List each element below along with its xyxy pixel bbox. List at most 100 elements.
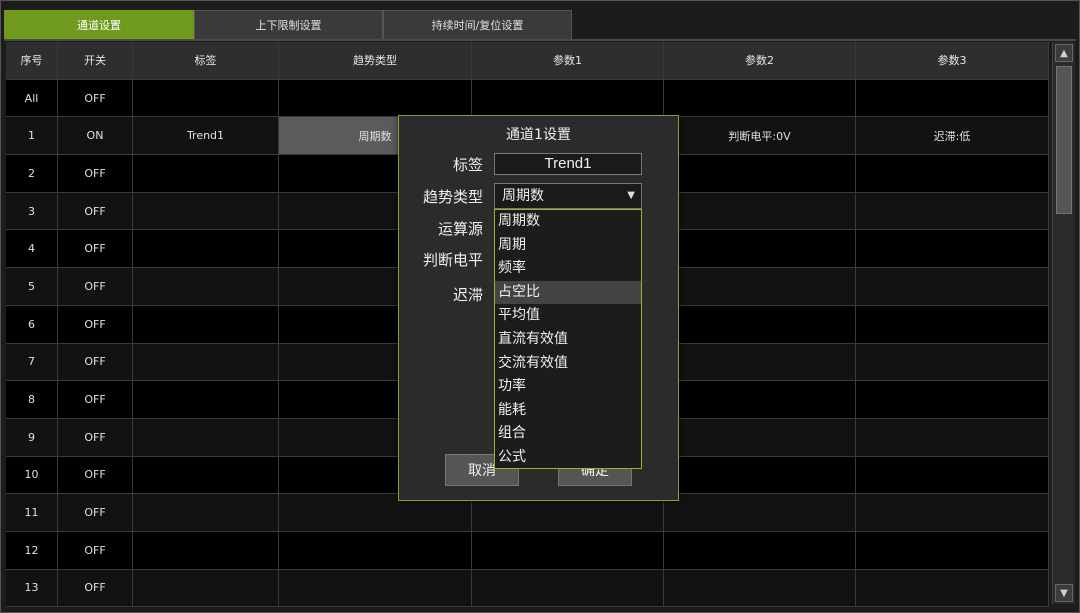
dropdown-option[interactable]: 平均值 — [495, 304, 641, 328]
cell-label[interactable] — [133, 569, 279, 607]
cell-switch[interactable]: OFF — [58, 79, 133, 118]
label-input[interactable]: Trend1 — [494, 153, 642, 175]
cell-label[interactable] — [133, 343, 279, 382]
cell-param3[interactable]: 迟滞:低 — [856, 117, 1049, 156]
cell-param2[interactable] — [664, 494, 856, 532]
cell-trend-type[interactable] — [279, 531, 472, 570]
cell-index[interactable]: 8 — [6, 381, 58, 419]
cell-index[interactable]: 10 — [6, 456, 58, 495]
cell-param2[interactable] — [664, 343, 856, 382]
cell-param3[interactable] — [856, 155, 1049, 193]
cell-index[interactable]: 7 — [6, 343, 58, 382]
cell-switch[interactable]: OFF — [58, 230, 133, 269]
cell-index[interactable]: 9 — [6, 418, 58, 457]
cell-param3[interactable] — [856, 569, 1049, 607]
dropdown-option[interactable]: 功率 — [495, 375, 641, 399]
cell-param2[interactable] — [664, 192, 856, 231]
cell-param2[interactable] — [664, 268, 856, 306]
cell-index[interactable]: 13 — [6, 569, 58, 607]
cell-trend-type[interactable] — [279, 79, 472, 118]
tab-limit-settings[interactable]: 上下限制设置 — [194, 10, 383, 39]
dropdown-option[interactable]: 交流有效值 — [495, 352, 641, 376]
dropdown-option[interactable]: 周期数 — [495, 210, 641, 234]
tab-duration-reset-settings[interactable]: 持续时间/复位设置 — [383, 10, 572, 39]
cell-param3[interactable] — [856, 456, 1049, 495]
cell-index[interactable]: 3 — [6, 192, 58, 231]
cell-param2[interactable] — [664, 79, 856, 118]
cell-param1[interactable] — [472, 569, 664, 607]
cell-label[interactable] — [133, 155, 279, 193]
cell-switch[interactable]: OFF — [58, 456, 133, 495]
cell-param2[interactable] — [664, 230, 856, 269]
cell-index[interactable]: 2 — [6, 155, 58, 193]
chevron-up-icon[interactable]: ▲ — [1055, 44, 1073, 62]
cell-label[interactable] — [133, 381, 279, 419]
table-row[interactable]: All OFF — [6, 79, 1049, 118]
cell-param3[interactable] — [856, 192, 1049, 231]
cell-param3[interactable] — [856, 230, 1049, 269]
dropdown-option[interactable]: 频率 — [495, 257, 641, 281]
cell-param3[interactable] — [856, 418, 1049, 457]
trend-type-select[interactable]: 周期数 ▼ — [494, 183, 642, 209]
cell-switch[interactable]: OFF — [58, 531, 133, 570]
cell-trend-type[interactable] — [279, 569, 472, 607]
dropdown-option[interactable]: 占空比 — [495, 280, 641, 305]
cell-param3[interactable] — [856, 381, 1049, 419]
cell-switch[interactable]: OFF — [58, 418, 133, 457]
dropdown-option[interactable]: 组合 — [495, 422, 641, 446]
dropdown-option[interactable]: 周期 — [495, 234, 641, 258]
cell-label[interactable] — [133, 456, 279, 495]
cell-param2[interactable] — [664, 456, 856, 495]
cell-index[interactable]: 5 — [6, 268, 58, 306]
dropdown-option[interactable]: 能耗 — [495, 399, 641, 423]
cell-label[interactable] — [133, 418, 279, 457]
cell-index[interactable]: 12 — [6, 531, 58, 570]
cell-switch[interactable]: OFF — [58, 381, 133, 419]
cell-param2[interactable] — [664, 305, 856, 344]
cell-label[interactable] — [133, 192, 279, 231]
cell-label[interactable] — [133, 494, 279, 532]
cell-param2[interactable] — [664, 569, 856, 607]
cell-index[interactable]: 1 — [6, 117, 58, 156]
table-row[interactable]: 13 OFF — [6, 569, 1049, 607]
cell-label[interactable] — [133, 268, 279, 306]
cell-switch[interactable]: OFF — [58, 494, 133, 532]
dropdown-option[interactable]: 直流有效值 — [495, 328, 641, 352]
cell-label[interactable] — [133, 79, 279, 118]
cell-index[interactable]: 11 — [6, 494, 58, 532]
cell-index[interactable]: 6 — [6, 305, 58, 344]
tab-channel-settings[interactable]: 通道设置 — [4, 10, 194, 39]
cell-param2[interactable] — [664, 418, 856, 457]
cell-param2[interactable] — [664, 381, 856, 419]
scrollbar-thumb[interactable] — [1056, 66, 1072, 214]
cell-param1[interactable] — [472, 79, 664, 118]
cell-index[interactable]: All — [6, 79, 58, 118]
cell-label[interactable]: Trend1 — [133, 117, 279, 156]
cell-param3[interactable] — [856, 305, 1049, 344]
cell-switch[interactable]: OFF — [58, 569, 133, 607]
dropdown-arrow-icon[interactable]: ▼ — [627, 184, 635, 208]
cell-param3[interactable] — [856, 79, 1049, 118]
cell-param2[interactable] — [664, 531, 856, 570]
dropdown-option[interactable]: 公式 — [495, 446, 641, 470]
chevron-down-icon[interactable]: ▼ — [1055, 584, 1073, 602]
cell-switch[interactable]: OFF — [58, 155, 133, 193]
cell-switch[interactable]: ON — [58, 117, 133, 156]
cell-index[interactable]: 4 — [6, 230, 58, 269]
cell-param1[interactable] — [472, 531, 664, 570]
cell-param3[interactable] — [856, 531, 1049, 570]
cell-switch[interactable]: OFF — [58, 268, 133, 306]
cell-param2[interactable] — [664, 155, 856, 193]
cell-switch[interactable]: OFF — [58, 305, 133, 344]
cell-label[interactable] — [133, 531, 279, 570]
table-row[interactable]: 12 OFF — [6, 531, 1049, 570]
cell-param2[interactable]: 判断电平:0V — [664, 117, 856, 156]
cell-param3[interactable] — [856, 494, 1049, 532]
cell-label[interactable] — [133, 230, 279, 269]
cell-switch[interactable]: OFF — [58, 192, 133, 231]
vertical-scrollbar[interactable]: ▲ ▼ — [1052, 42, 1075, 604]
cell-label[interactable] — [133, 305, 279, 344]
cell-param3[interactable] — [856, 268, 1049, 306]
cell-switch[interactable]: OFF — [58, 343, 133, 382]
cell-param3[interactable] — [856, 343, 1049, 382]
